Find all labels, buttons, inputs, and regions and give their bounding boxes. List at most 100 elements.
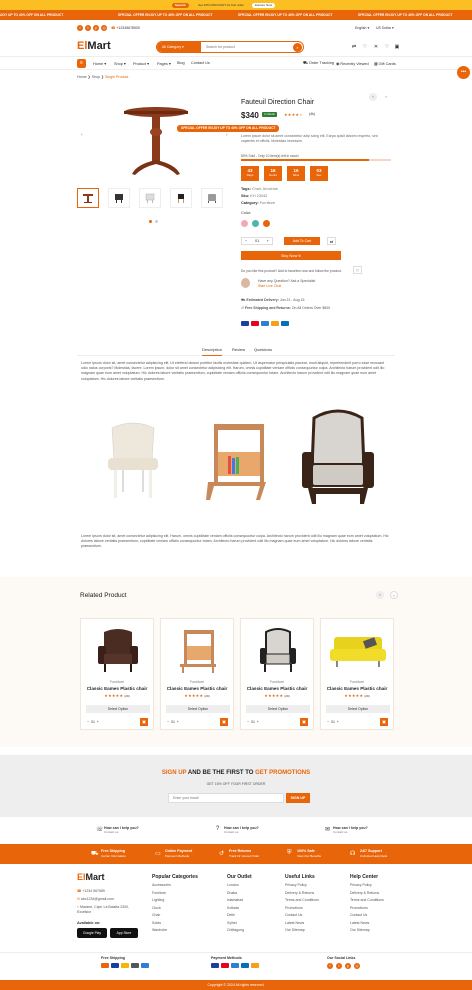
footer-link[interactable]: Delhi: [227, 912, 244, 920]
facebook-icon[interactable]: f: [77, 25, 83, 31]
footer-link[interactable]: Sylhet: [227, 920, 244, 928]
qty-plus-icon[interactable]: +: [267, 238, 269, 245]
site-logo[interactable]: ElMart: [77, 40, 111, 52]
product-card[interactable]: Furniture Classic Eames Plastic chair ★★…: [240, 618, 314, 730]
cart-icon[interactable]: ▣: [140, 718, 148, 726]
help-item[interactable]: ? How can I help you? Contact us: [216, 826, 259, 834]
footer-link[interactable]: Wardrobe: [152, 927, 171, 935]
footer-link[interactable]: Contact Us: [350, 912, 384, 920]
signup-button[interactable]: SIGN UP: [286, 793, 310, 803]
breadcrumb-home[interactable]: Home: [77, 75, 87, 79]
breadcrumb-shop[interactable]: Shop: [92, 75, 100, 79]
cart-icon[interactable]: ▣: [380, 718, 388, 726]
quantity-stepper[interactable]: − 01 +: [87, 718, 99, 726]
nav-item-shop[interactable]: Shop ▾: [114, 61, 126, 66]
nav-item-blog[interactable]: Blog: [177, 61, 185, 65]
menu-icon[interactable]: ≡: [77, 59, 86, 68]
gift-cards-link[interactable]: ▦ Gift Cards: [374, 61, 396, 66]
thumbnail[interactable]: [77, 188, 99, 208]
gallery-dot[interactable]: [155, 220, 158, 223]
gallery-dot-active[interactable]: [149, 220, 152, 223]
compare-icon[interactable]: ⇄: [351, 44, 357, 50]
footer-link[interactable]: Chair: [152, 912, 171, 920]
quantity-stepper[interactable]: − 01 +: [167, 718, 179, 726]
instagram-icon[interactable]: ◎: [354, 963, 360, 969]
product-card[interactable]: Furniture Classic Eames Plastic chair ★★…: [160, 618, 234, 730]
color-swatch-pink[interactable]: [241, 220, 248, 227]
explore-now-button[interactable]: Explore Now: [252, 2, 276, 8]
footer-link[interactable]: Clock: [152, 905, 171, 913]
thumbnail[interactable]: [201, 188, 223, 208]
help-item[interactable]: ☏ How can I help you? Contact us: [96, 826, 139, 834]
footer-link[interactable]: Furniture: [152, 890, 171, 898]
footer-logo[interactable]: ElMart: [77, 872, 105, 882]
select-option-button[interactable]: Select Option: [326, 705, 390, 713]
color-swatch-orange[interactable]: [263, 220, 270, 227]
wishlist-icon[interactable]: ♡: [353, 266, 362, 274]
next-product-icon[interactable]: ›: [382, 93, 390, 101]
tab-description[interactable]: Description: [202, 347, 223, 356]
product-name[interactable]: Classic Eames Plastic chair: [161, 686, 233, 691]
related-prev-icon[interactable]: ‹: [376, 591, 384, 599]
live-chat-link[interactable]: Start Live Chat: [258, 284, 281, 288]
nav-item-pages[interactable]: Pages ▾: [157, 61, 171, 66]
cart-icon[interactable]: ▣: [394, 44, 400, 50]
heart-icon[interactable]: ♡: [384, 44, 390, 50]
footer-link[interactable]: Delivery & Returns: [285, 890, 319, 898]
thumbnail[interactable]: [108, 188, 130, 208]
nav-item-contact[interactable]: Contact Us: [191, 61, 210, 65]
pinterest-icon[interactable]: p: [93, 25, 99, 31]
select-option-button[interactable]: Select Option: [86, 705, 150, 713]
footer-link[interactable]: Accessories: [152, 882, 171, 890]
footer-link[interactable]: Privacy Policy: [285, 882, 319, 890]
footer-link[interactable]: Delivery & Returns: [350, 890, 384, 898]
footer-link[interactable]: Contact Us: [285, 912, 319, 920]
footer-link[interactable]: London: [227, 882, 244, 890]
footer-link[interactable]: Our Sitemap: [285, 927, 319, 935]
footer-link[interactable]: Privacy Policy: [350, 882, 384, 890]
side-menu-button[interactable]: •••: [457, 66, 470, 79]
footer-link[interactable]: Islamabad: [227, 897, 244, 905]
thumbnail[interactable]: [139, 188, 161, 208]
footer-link[interactable]: Terms and Conditions: [285, 897, 319, 905]
cart-icon[interactable]: ▣: [220, 718, 228, 726]
language-select[interactable]: English ▾: [355, 25, 369, 31]
app-store-button[interactable]: App Store: [110, 928, 138, 938]
quantity-stepper[interactable]: − 01 +: [247, 718, 259, 726]
footer-link[interactable]: Terms and Conditions: [350, 897, 384, 905]
footer-link[interactable]: Sofas: [152, 920, 171, 928]
product-name[interactable]: Classic Eames Plastic chair: [321, 686, 393, 691]
select-option-button[interactable]: Select Option: [166, 705, 230, 713]
footer-link[interactable]: Latest News: [350, 920, 384, 928]
category-select[interactable]: All Category ▾: [157, 42, 201, 52]
google-play-button[interactable]: Google Play: [77, 928, 107, 938]
wishlist-icon[interactable]: ♡: [362, 44, 368, 50]
footer-link[interactable]: Kolkata: [227, 905, 244, 913]
footer-link[interactable]: Promotions: [285, 905, 319, 913]
twitter-icon[interactable]: t: [336, 963, 342, 969]
email-field[interactable]: [168, 793, 284, 803]
gallery-next-icon[interactable]: ›: [226, 132, 228, 138]
color-swatch-teal[interactable]: [252, 220, 259, 227]
thumbnail[interactable]: [170, 188, 192, 208]
order-tracking-link[interactable]: ⛟ Order Tracking: [303, 61, 334, 66]
gallery-prev-icon[interactable]: ‹: [81, 132, 83, 138]
add-to-cart-button[interactable]: Add To Cart: [284, 237, 320, 245]
twitter-icon[interactable]: t: [85, 25, 91, 31]
prev-product-icon[interactable]: ‹: [369, 93, 377, 101]
buy-now-button[interactable]: Buy Now It: [241, 251, 341, 260]
related-next-icon[interactable]: ›: [390, 591, 398, 599]
footer-link[interactable]: Our Sitemap: [350, 927, 384, 935]
tab-review[interactable]: Review: [232, 347, 245, 352]
facebook-icon[interactable]: f: [327, 963, 333, 969]
product-card[interactable]: Furniture Classic Eames Plastic chair ★★…: [320, 618, 394, 730]
nav-item-home[interactable]: Home ▾: [93, 61, 106, 66]
product-card[interactable]: Furniture Classic Eames Plastic chair ★★…: [80, 618, 154, 730]
search-input[interactable]: [201, 42, 291, 52]
pinterest-icon[interactable]: p: [345, 963, 351, 969]
help-item[interactable]: ✉ How can I help you? Contact us: [325, 826, 368, 834]
qty-minus-icon[interactable]: −: [245, 238, 247, 245]
currency-select[interactable]: US Dollar ▾: [376, 25, 394, 31]
quantity-stepper[interactable]: − 01 +: [241, 237, 273, 245]
product-name[interactable]: Classic Eames Plastic chair: [81, 686, 153, 691]
